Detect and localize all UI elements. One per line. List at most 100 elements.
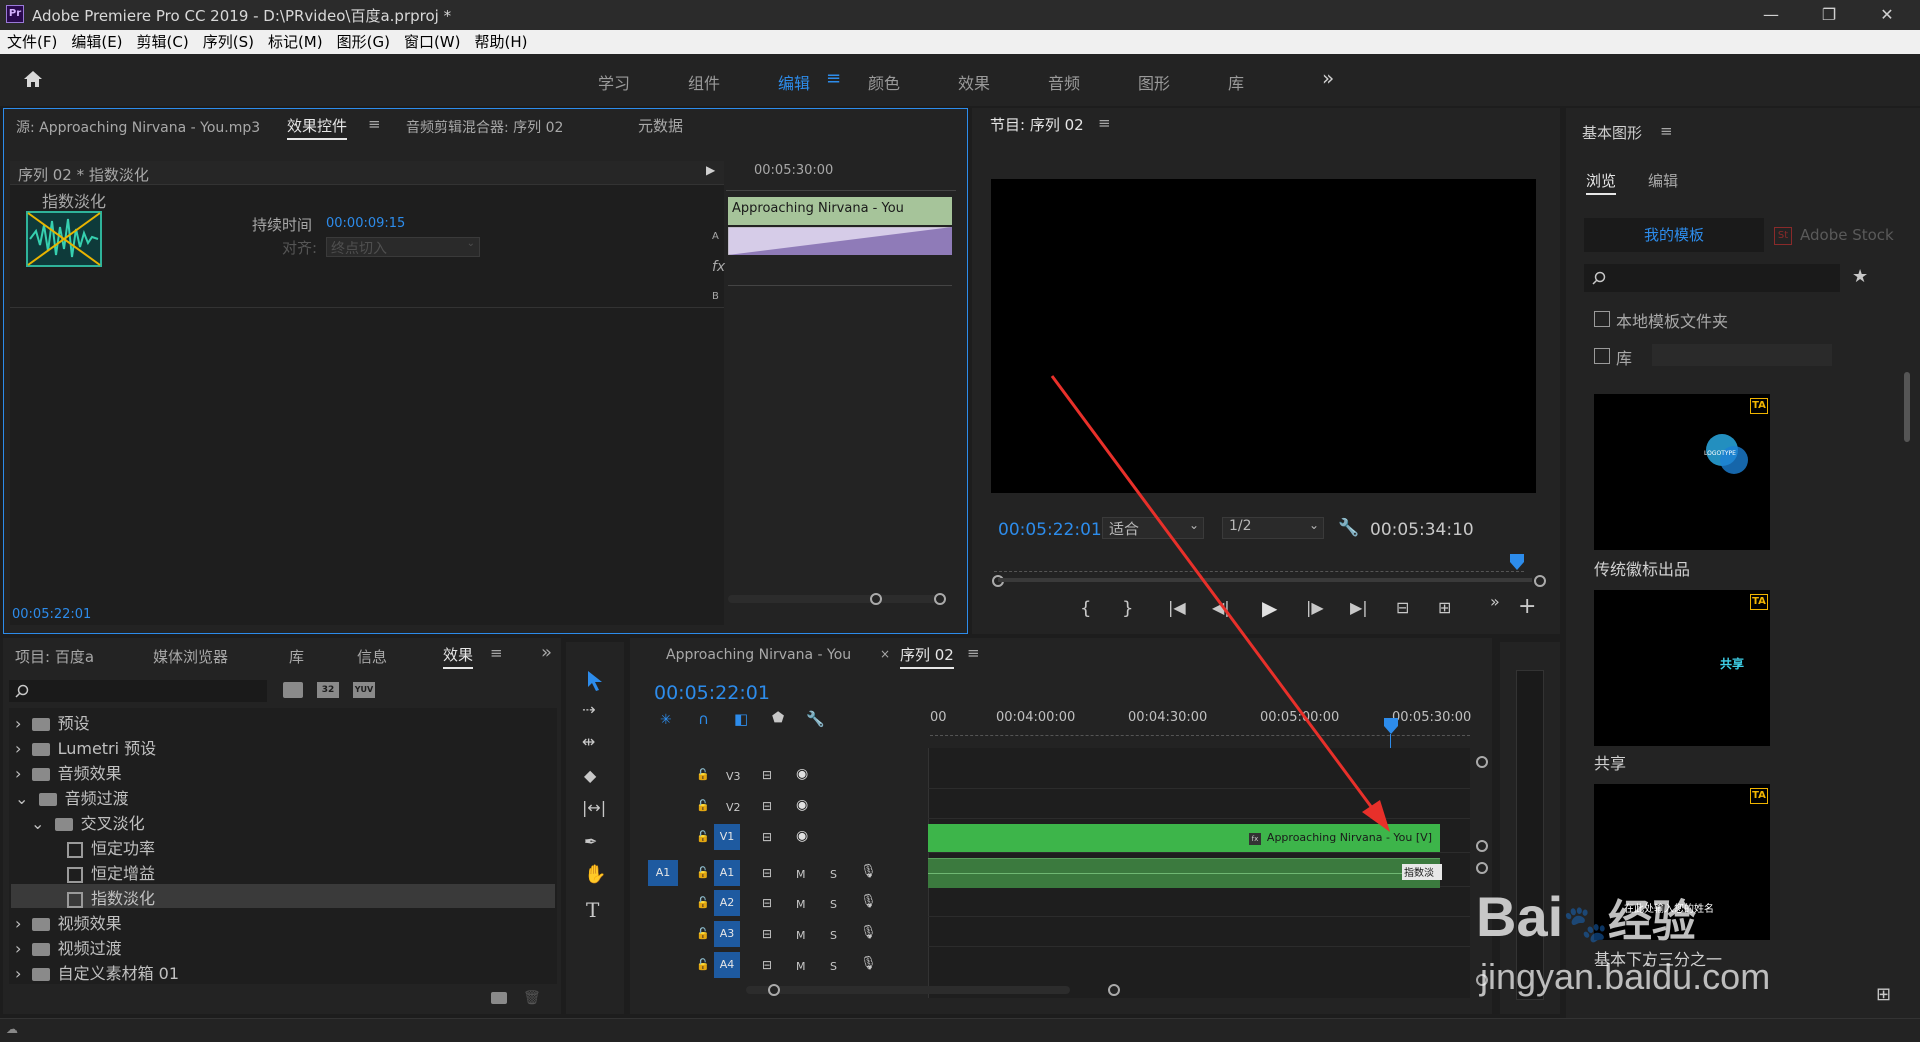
h-scrollbar[interactable] <box>746 986 1070 994</box>
mini-clip[interactable]: Approaching Nirvana - You <box>728 197 952 225</box>
tab-effect-controls[interactable]: 效果控件 <box>287 115 348 140</box>
solo-button[interactable]: S <box>830 960 837 973</box>
menu-graphics[interactable]: 图形(G) <box>330 30 397 54</box>
essential-graphics-title[interactable]: 基本图形 <box>1582 122 1642 143</box>
step-back-icon[interactable]: ◀| <box>1212 598 1230 617</box>
track-target-a2[interactable]: A2 <box>714 890 740 916</box>
lock-icon[interactable]: 🔓 <box>696 896 710 909</box>
playhead-icon[interactable] <box>1510 554 1524 570</box>
track-target-v1[interactable]: V1 <box>714 824 740 850</box>
template-search-input[interactable] <box>1584 264 1840 292</box>
program-ruler[interactable] <box>994 560 1524 572</box>
hand-tool-icon[interactable]: ✋ <box>584 864 606 885</box>
tab-sequence-02[interactable]: 序列 02 <box>900 644 954 669</box>
menu-file[interactable]: 文件(F) <box>0 30 64 54</box>
razor-tool-icon[interactable]: ◆ <box>584 766 596 785</box>
tab-sequence-nirvana[interactable]: Approaching Nirvana - You <box>666 647 851 663</box>
nest-icon[interactable]: ✳ <box>660 712 672 728</box>
template-card-share[interactable]: TA 共享 <box>1594 590 1770 746</box>
program-video-preview[interactable] <box>991 179 1536 493</box>
audio-transition-block[interactable]: 指数淡 <box>1402 864 1442 880</box>
tab-audio-clip-mixer[interactable]: 音频剪辑混合器: 序列 02 <box>406 117 563 137</box>
program-menu-icon[interactable]: ≡ <box>1098 114 1111 132</box>
workspace-menu-icon[interactable]: ≡ <box>826 68 841 89</box>
v-scroll-handle[interactable] <box>1476 756 1488 768</box>
mute-button[interactable]: M <box>796 960 806 973</box>
lift-icon[interactable]: ⊟ <box>1396 598 1409 617</box>
eye-icon[interactable]: ◉ <box>796 766 808 782</box>
sync-lock-icon[interactable]: ⊟ <box>762 927 772 941</box>
go-to-in-icon[interactable]: |◀ <box>1168 598 1186 617</box>
workspace-learn[interactable]: 学习 <box>598 70 630 94</box>
menu-window[interactable]: 窗口(W) <box>397 30 468 54</box>
tab-info[interactable]: 信息 <box>357 646 387 667</box>
microphone-icon[interactable]: 🎙 <box>860 925 877 940</box>
workspace-effects[interactable]: 效果 <box>958 70 990 94</box>
panel-scrollbar[interactable] <box>1904 372 1910 442</box>
close-tab-icon[interactable]: × <box>880 647 890 661</box>
program-current-time[interactable]: 00:05:22:01 <box>998 520 1102 540</box>
program-monitor-title[interactable]: 节目: 序列 02 <box>990 114 1084 137</box>
mark-in-icon[interactable]: { <box>1080 598 1091 619</box>
lock-icon[interactable]: 🔓 <box>696 927 710 940</box>
video-clip-v1[interactable]: fx Approaching Nirvana - You [V] <box>928 824 1440 852</box>
workspace-audio[interactable]: 音频 <box>1048 70 1080 94</box>
tree-item-audio-effects[interactable]: › 音频效果 <box>15 760 122 783</box>
tab-media-browser[interactable]: 媒体浏览器 <box>153 646 228 667</box>
tab-libraries[interactable]: 库 <box>289 646 304 667</box>
track-select-tool-icon[interactable]: ⇢ <box>582 700 595 719</box>
tree-item-constant-gain[interactable]: 恒定增益 <box>67 860 155 883</box>
tree-item-crossfade[interactable]: ⌄ 交叉淡化 <box>31 810 145 833</box>
program-zoom-bar[interactable] <box>998 578 1532 582</box>
sync-lock-icon[interactable]: ⊟ <box>762 830 772 844</box>
add-marker-icon[interactable]: ⬟ <box>772 710 784 726</box>
solo-button[interactable]: S <box>830 868 837 881</box>
workspace-editing[interactable]: 编辑 <box>778 70 810 94</box>
effect-controls-timecode[interactable]: 00:05:22:01 <box>12 607 91 622</box>
effects-menu-icon[interactable]: ≡ <box>490 644 503 662</box>
tree-item-exponential-fade[interactable]: 指数淡化 <box>67 885 155 908</box>
accelerated-effects-icon[interactable] <box>283 682 303 698</box>
type-tool-icon[interactable]: T <box>586 898 599 922</box>
sync-lock-icon[interactable]: ⊟ <box>762 866 772 880</box>
add-button-icon[interactable]: + <box>1518 594 1536 619</box>
tab-metadata[interactable]: 元数据 <box>638 115 683 136</box>
sync-lock-icon[interactable]: ⊟ <box>762 896 772 910</box>
play-icon[interactable]: ▶ <box>1262 596 1277 620</box>
solo-button[interactable]: S <box>830 929 837 942</box>
mark-out-icon[interactable]: } <box>1122 598 1133 619</box>
tab-source[interactable]: 源: Approaching Nirvana - You.mp3 <box>16 117 260 137</box>
tree-item-custom-bin[interactable]: › 自定义素材箱 01 <box>15 960 179 983</box>
selection-tool-icon[interactable] <box>586 670 604 692</box>
slip-tool-icon[interactable]: |↔| <box>582 798 606 817</box>
tab-edit[interactable]: 编辑 <box>1648 170 1678 191</box>
star-icon[interactable]: ★ <box>1852 266 1868 287</box>
effects-search-input[interactable] <box>9 680 267 702</box>
eye-icon[interactable]: ◉ <box>796 797 808 813</box>
close-window-button[interactable]: ✕ <box>1864 0 1910 30</box>
duration-value[interactable]: 00:00:09:15 <box>326 216 405 231</box>
extract-icon[interactable]: ⊞ <box>1438 598 1451 617</box>
new-layer-icon[interactable]: ⊞ <box>1876 984 1891 1005</box>
expand-triangle-icon[interactable]: ▶ <box>706 163 715 177</box>
cloud-sync-icon[interactable]: ☁ <box>6 1022 18 1036</box>
source-patch-a1[interactable]: A1 <box>648 860 678 886</box>
v-scroll-handle[interactable] <box>1476 862 1488 874</box>
sync-lock-icon[interactable]: ⊟ <box>762 768 772 782</box>
yuv-effects-icon[interactable]: YUV <box>353 682 375 698</box>
timeline-settings-icon[interactable]: 🔧 <box>806 710 825 728</box>
lock-icon[interactable]: 🔓 <box>696 958 710 971</box>
maximize-button[interactable]: ❐ <box>1806 0 1852 30</box>
delete-icon[interactable]: 🗑 <box>523 990 541 1006</box>
menu-clip[interactable]: 剪辑(C) <box>130 30 196 54</box>
tree-item-video-effects[interactable]: › 视频效果 <box>15 910 122 933</box>
tab-browse[interactable]: 浏览 <box>1586 170 1617 195</box>
library-checkbox[interactable] <box>1594 348 1610 364</box>
h-scroll-handle-right[interactable] <box>1108 984 1120 996</box>
timeline-ruler[interactable]: 00 00:04:00:00 00:04:30:00 00:05:00:00 0… <box>930 696 1492 740</box>
library-select[interactable] <box>1652 344 1832 366</box>
home-icon[interactable] <box>22 68 44 90</box>
tree-item-audio-transitions[interactable]: ⌄ 音频过渡 <box>15 785 129 808</box>
lock-icon[interactable]: 🔓 <box>696 830 710 843</box>
timeline-menu-icon[interactable]: ≡ <box>967 644 980 662</box>
